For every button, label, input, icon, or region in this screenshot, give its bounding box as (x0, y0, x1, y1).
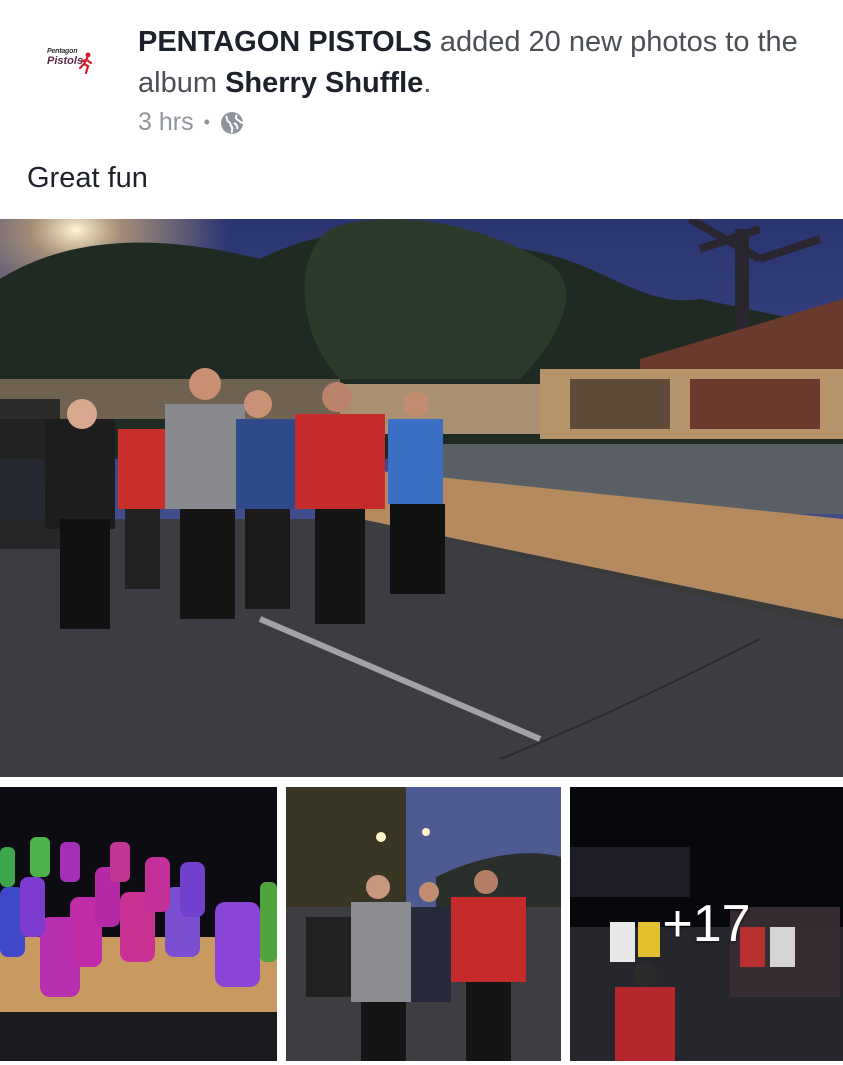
globe-icon[interactable] (220, 111, 244, 135)
walkers-dusk-photo (286, 787, 561, 1061)
thumbnail-walkers[interactable] (286, 787, 561, 1061)
avatar-line2: Pistols (47, 55, 84, 67)
meta-separator: • (203, 112, 210, 132)
post-header: Pentagon Pistols PENTAGON PISTOLS added … (0, 0, 843, 150)
more-photos-overlay[interactable]: +17 (570, 787, 843, 1061)
bottles-photo (0, 787, 277, 1061)
post-caption: Great fun (27, 162, 148, 194)
runner-icon (79, 52, 93, 74)
post-meta: 3 hrs • (138, 108, 244, 137)
author-link[interactable]: PENTAGON PISTOLS (138, 26, 432, 58)
page-avatar[interactable]: Pentagon Pistols (38, 42, 100, 84)
more-photos-count: +17 (662, 895, 751, 953)
headline-period: . (423, 67, 432, 99)
main-photo[interactable] (0, 219, 843, 777)
thumbnail-more-photos[interactable]: +17 (570, 787, 843, 1061)
walkers-street-photo (0, 219, 843, 777)
pentagon-pistols-logo: Pentagon Pistols (39, 48, 99, 78)
avatar-line1: Pentagon (47, 48, 78, 55)
thumbnail-bottles[interactable] (0, 787, 277, 1061)
timestamp-link[interactable]: 3 hrs (138, 108, 194, 137)
post-headline: PENTAGON PISTOLS added 20 new photos to … (138, 22, 828, 104)
album-link[interactable]: Sherry Shuffle (225, 67, 423, 99)
